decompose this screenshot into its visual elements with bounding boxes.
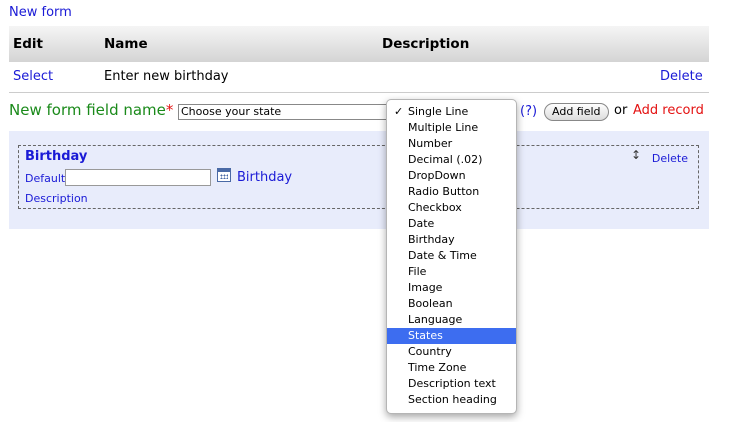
table-header: Edit Name Description — [9, 26, 709, 62]
calendar-icon[interactable] — [217, 168, 231, 182]
dropdown-option[interactable]: Section heading — [387, 392, 516, 408]
dropdown-option[interactable]: States — [387, 328, 516, 344]
checkmark-icon: ✓ — [394, 105, 404, 118]
dropdown-option[interactable]: Time Zone — [387, 360, 516, 376]
dropdown-option[interactable]: Language — [387, 312, 516, 328]
new-form-link[interactable]: New form — [9, 5, 72, 20]
description-link[interactable]: Description — [25, 192, 88, 205]
new-field-label: New form field name* — [9, 101, 174, 119]
field-label: Birthday — [237, 170, 293, 185]
dropdown-option[interactable]: Boolean — [387, 296, 516, 312]
help-link[interactable]: (?) — [520, 104, 537, 119]
add-record-link[interactable]: Add record — [633, 103, 704, 118]
header-edit: Edit — [13, 36, 43, 52]
required-asterisk: * — [165, 101, 174, 119]
dropdown-option[interactable]: DropDown — [387, 168, 516, 184]
field-type-dropdown[interactable]: Single Line ✓ Multiple Line Number Decimal (… — [386, 99, 517, 414]
dropdown-option[interactable]: Birthday — [387, 232, 516, 248]
select-link[interactable]: Select — [13, 69, 53, 84]
field-delete-link[interactable]: Delete — [652, 152, 688, 165]
dropdown-option[interactable]: Decimal (.02) — [387, 152, 516, 168]
field-title: Birthday — [25, 149, 88, 164]
row-delete-link[interactable]: Delete — [660, 69, 703, 84]
field-panel: Birthday ↕ Delete Default Birthday Descr… — [9, 131, 709, 229]
or-text: or — [614, 103, 628, 118]
dropdown-option[interactable]: Number — [387, 136, 516, 152]
default-label: Default — [25, 172, 66, 185]
add-field-button[interactable]: Add field — [544, 103, 609, 121]
dropdown-option[interactable]: Date — [387, 216, 516, 232]
row-name: Enter new birthday — [104, 69, 229, 84]
field-name-input[interactable]: Choose your state — [178, 104, 402, 120]
dropdown-option[interactable]: Date & Time — [387, 248, 516, 264]
header-description: Description — [382, 36, 470, 52]
drag-handle-icon[interactable]: ↕ — [631, 148, 641, 162]
dropdown-option[interactable]: Image — [387, 280, 516, 296]
table-row: Select Enter new birthday Delete — [9, 62, 709, 93]
birthday-field-box[interactable]: Birthday ↕ Delete Default Birthday Descr… — [18, 145, 699, 209]
dropdown-option[interactable]: Multiple Line — [387, 120, 516, 136]
dropdown-option[interactable]: Radio Button — [387, 184, 516, 200]
dropdown-option[interactable]: Single Line ✓ — [387, 104, 516, 120]
header-name: Name — [104, 36, 148, 52]
dropdown-option[interactable]: File — [387, 264, 516, 280]
dropdown-option[interactable]: Description text — [387, 376, 516, 392]
dropdown-option[interactable]: Checkbox — [387, 200, 516, 216]
default-value-input[interactable] — [65, 169, 211, 186]
new-field-row: New form field name* Choose your state (… — [9, 101, 719, 123]
dropdown-option[interactable]: Country — [387, 344, 516, 360]
